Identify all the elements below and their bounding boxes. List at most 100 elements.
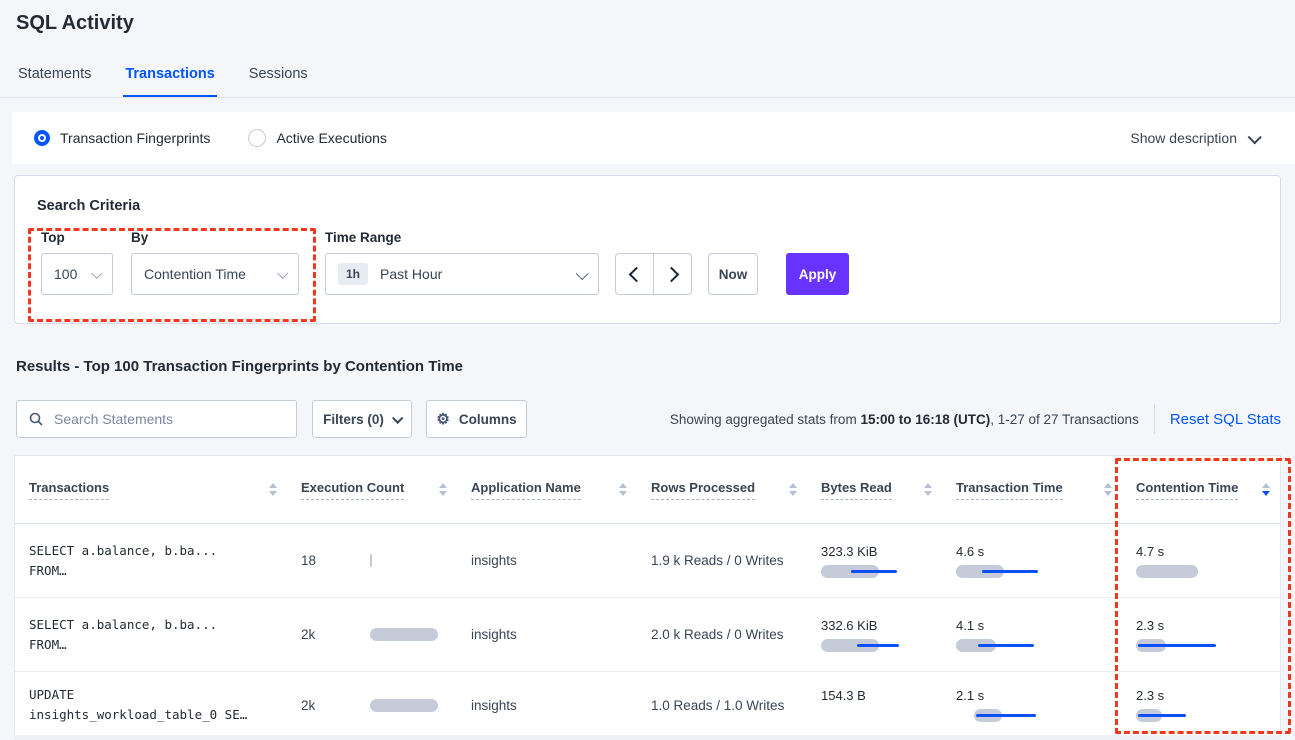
application-name-cell: insights	[457, 698, 637, 713]
chevron-right-icon	[663, 266, 679, 282]
show-description-label: Show description	[1130, 130, 1237, 146]
table-row[interactable]: UPDATE insights_workload_table_0 SE… 2k …	[15, 672, 1280, 739]
bytes-read-bar	[821, 709, 961, 722]
chevron-down-icon	[91, 268, 102, 279]
aggregated-stats-text: Showing aggregated stats from 15:00 to 1…	[670, 412, 1139, 427]
search-icon	[29, 412, 43, 426]
column-header-application-name[interactable]: Application Name	[457, 480, 637, 500]
transaction-time-bar	[956, 565, 1096, 578]
column-header-transactions[interactable]: Transactions	[15, 480, 287, 500]
top-select-value: 100	[54, 266, 77, 282]
sort-icon	[269, 483, 277, 496]
contention-time-cell: 4.7 s	[1122, 544, 1280, 578]
contention-time-bar	[1136, 709, 1276, 722]
top-label: Top	[41, 230, 113, 245]
radio-transaction-fingerprints[interactable]: Transaction Fingerprints	[34, 130, 210, 146]
transactions-table: Transactions Execution Count Application…	[14, 455, 1281, 740]
rows-processed-cell: 1.9 k Reads / 0 Writes	[637, 553, 807, 568]
sort-icon	[619, 483, 627, 496]
chevron-down-icon	[576, 267, 589, 280]
reset-sql-stats-link[interactable]: Reset SQL Stats	[1170, 411, 1281, 428]
application-name-cell: insights	[457, 627, 637, 642]
search-criteria-fields: Top 100 By Contention Time Time Range 1h…	[41, 230, 849, 295]
chevron-down-icon	[277, 268, 288, 279]
column-header-transaction-time[interactable]: Transaction Time	[942, 480, 1122, 500]
column-header-bytes-read[interactable]: Bytes Read	[807, 480, 942, 500]
sort-icon	[1104, 483, 1112, 496]
search-statements-input[interactable]	[52, 410, 276, 428]
tabs-divider	[0, 97, 1295, 98]
search-criteria-heading: Search Criteria	[37, 198, 140, 214]
tab-sessions[interactable]: Sessions	[247, 60, 310, 97]
contention-time-cell: 2.3 s	[1122, 688, 1280, 722]
chevron-left-icon	[628, 266, 644, 282]
bytes-read-bar	[821, 639, 961, 652]
time-range-select[interactable]: 1h Past Hour	[325, 253, 599, 295]
rows-processed-cell: 1.0 Reads / 1.0 Writes	[637, 698, 807, 713]
column-header-contention-time[interactable]: Contention Time	[1122, 480, 1280, 500]
contention-time-bar	[1136, 565, 1276, 578]
transaction-statement-link[interactable]: UPDATE insights_workload_table_0 SE…	[15, 685, 287, 725]
sort-icon	[789, 483, 797, 496]
view-toggle-bar: Transaction Fingerprints Active Executio…	[12, 112, 1295, 164]
contention-time-bar	[1136, 639, 1276, 652]
time-prev-button[interactable]	[616, 254, 653, 294]
time-range-field: Time Range 1h Past Hour	[325, 230, 599, 295]
transaction-time-bar	[956, 709, 1096, 722]
column-header-execution-count[interactable]: Execution Count	[287, 480, 457, 500]
time-range-badge: 1h	[338, 263, 368, 285]
time-nav-group	[615, 253, 692, 295]
now-button[interactable]: Now	[708, 253, 758, 295]
results-heading: Results - Top 100 Transaction Fingerprin…	[16, 358, 463, 375]
stats-time-range: 15:00 to 16:18 (UTC)	[860, 412, 990, 427]
chevron-down-icon	[392, 413, 403, 424]
transaction-statement-link[interactable]: SELECT a.balance, b.ba... FROM…	[15, 541, 287, 581]
sort-icon	[439, 483, 447, 496]
filters-button[interactable]: Filters (0)	[312, 400, 412, 438]
tab-transactions[interactable]: Transactions	[123, 60, 216, 97]
search-criteria-panel: Search Criteria Top 100 By Contention Ti…	[14, 175, 1281, 324]
execution-count-cell: 2k	[287, 698, 457, 713]
execution-count-bar	[370, 628, 447, 641]
rows-processed-cell: 2.0 k Reads / 0 Writes	[637, 627, 807, 642]
tab-bar: Statements Transactions Sessions	[16, 60, 310, 97]
by-field: By Contention Time	[131, 230, 299, 295]
execution-count-cell: 18	[287, 553, 457, 568]
bytes-read-cell: 323.3 KiB	[807, 544, 942, 578]
radio-selected-icon	[34, 130, 50, 146]
transaction-time-cell: 4.6 s	[942, 544, 1122, 578]
sort-icon	[924, 483, 932, 496]
time-next-button[interactable]	[653, 254, 691, 294]
table-row[interactable]: SELECT a.balance, b.ba... FROM… 2k insig…	[15, 598, 1280, 672]
search-statements-box	[16, 400, 297, 438]
bytes-read-cell: 154.3 B	[807, 688, 942, 722]
show-description-toggle[interactable]: Show description	[1130, 130, 1259, 146]
transaction-time-cell: 4.1 s	[942, 618, 1122, 652]
bytes-read-cell: 332.6 KiB	[807, 618, 942, 652]
transaction-time-bar	[956, 639, 1096, 652]
radio-unselected-icon	[248, 129, 266, 147]
by-label: By	[131, 230, 299, 245]
radio-label: Active Executions	[276, 130, 387, 146]
top-select[interactable]: 100	[41, 253, 113, 295]
table-row[interactable]: SELECT a.balance, b.ba... FROM… 18 insig…	[15, 524, 1280, 598]
transaction-statement-link[interactable]: SELECT a.balance, b.ba... FROM…	[15, 615, 287, 655]
columns-button[interactable]: ⚙ Columns	[426, 400, 527, 438]
radio-active-executions[interactable]: Active Executions	[248, 129, 387, 147]
sort-icon-descending	[1262, 483, 1270, 496]
apply-button[interactable]: Apply	[786, 253, 849, 295]
by-select-value: Contention Time	[144, 266, 246, 282]
execution-count-cell: 2k	[287, 627, 457, 642]
column-header-rows-processed[interactable]: Rows Processed	[637, 480, 807, 500]
tab-statements[interactable]: Statements	[16, 60, 93, 97]
time-range-label: Time Range	[325, 230, 599, 245]
page-title: SQL Activity	[16, 12, 134, 35]
columns-label: Columns	[459, 412, 517, 427]
radio-label: Transaction Fingerprints	[60, 130, 210, 146]
filters-label: Filters (0)	[323, 412, 384, 427]
transaction-time-cell: 2.1 s	[942, 688, 1122, 722]
top-field: Top 100	[41, 230, 113, 295]
by-select[interactable]: Contention Time	[131, 253, 299, 295]
contention-time-cell: 2.3 s	[1122, 618, 1280, 652]
table-header-row: Transactions Execution Count Application…	[15, 456, 1280, 524]
